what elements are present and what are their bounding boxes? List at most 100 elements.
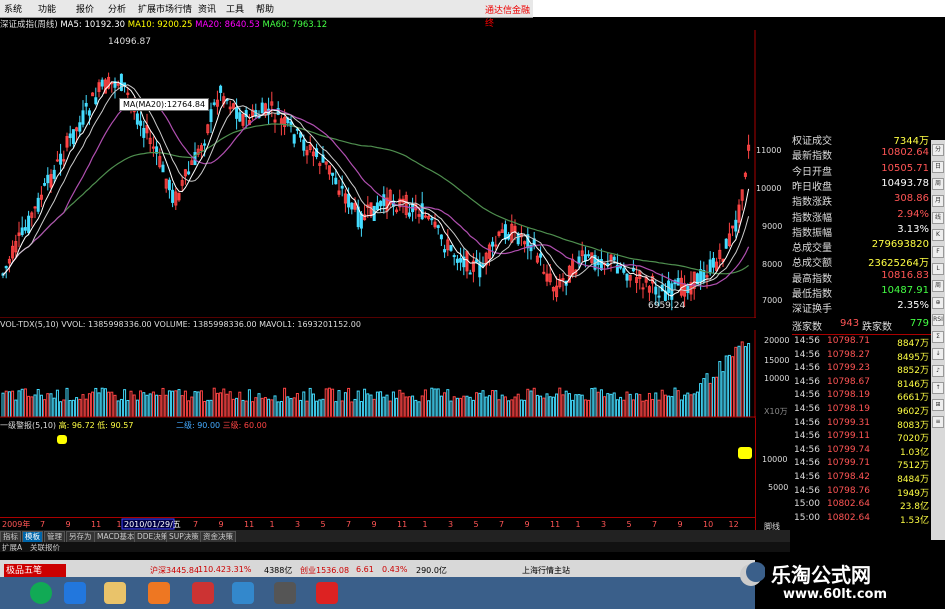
candle-body [33, 206, 37, 209]
candle-body [334, 177, 338, 185]
tick-volume: 8852万 [897, 366, 929, 377]
volume-bar [171, 390, 175, 418]
tdx-icon[interactable] [316, 582, 338, 604]
watermark: 乐淘公式网 www.60lt.com [740, 555, 945, 609]
toolbar-button[interactable]: ↓ [932, 348, 944, 360]
candle-body [676, 278, 680, 286]
alert-icon[interactable] [738, 447, 752, 459]
toolbar-button[interactable]: ⊞ [932, 399, 944, 411]
volume-bar [311, 393, 315, 418]
chart-title: 深证成指(周线) [0, 20, 58, 30]
candle-body [167, 179, 171, 191]
toolbar-button[interactable]: ↑ [932, 382, 944, 394]
ime-indicator[interactable]: 极品五笔 [4, 564, 66, 578]
volume-chart[interactable] [0, 330, 756, 418]
volume-bar [427, 400, 431, 418]
kline-chart[interactable]: 14096.87 6959.24 [0, 30, 756, 318]
alert-icon[interactable] [57, 435, 67, 444]
volume-bar [84, 398, 88, 418]
toolbar-button[interactable]: 月 [932, 195, 944, 207]
toolbar-button[interactable]: 周 [932, 280, 944, 292]
toolbar-button[interactable]: 日 [932, 161, 944, 173]
tab-related[interactable]: 关联报价 [30, 542, 60, 553]
volume-bar [567, 393, 571, 418]
ma-tooltip: MA(MA20):12764.84 [119, 98, 210, 111]
volume-bar [286, 396, 290, 418]
volume-bar [135, 399, 139, 418]
quote-label: 最新指数 [792, 151, 832, 163]
volume-bar [55, 389, 59, 418]
signal-title: 一级警报(5,10) [0, 421, 57, 430]
down-count-label: 跌家数 [862, 322, 892, 333]
watermark-url: www.60lt.com [783, 587, 888, 602]
sh-change: 110.42 [198, 565, 226, 574]
volume-bar [481, 390, 485, 418]
toolbar-button[interactable]: F [932, 246, 944, 258]
volume-bar [17, 390, 21, 418]
tick-time: 14:56 [794, 485, 820, 496]
candle-body [81, 110, 85, 125]
toolbar-button[interactable]: K [932, 229, 944, 241]
ie-icon[interactable] [64, 582, 86, 604]
folder-icon[interactable] [104, 582, 126, 604]
toolbar-button[interactable]: ⊕ [932, 297, 944, 309]
candle-body [23, 227, 27, 231]
toolbar-button[interactable]: 分 [932, 144, 944, 156]
tick-time: 14:56 [794, 376, 820, 387]
toolbar-button[interactable]: ≡ [932, 416, 944, 428]
menu-tools[interactable]: 工具 [226, 2, 244, 15]
start-icon[interactable] [30, 582, 52, 604]
volume-bar [670, 396, 674, 418]
tick-time: 14:56 [794, 431, 820, 442]
tick-volume: 6661万 [897, 393, 929, 404]
candle-body [407, 212, 411, 217]
volume-bar [1, 392, 5, 418]
menu-analysis[interactable]: 分析 [108, 2, 126, 15]
menu-news[interactable]: 资讯 [198, 2, 216, 15]
tick-time: 15:00 [794, 499, 820, 510]
tab-ext-a[interactable]: 扩展A [2, 542, 22, 553]
toolbar-button[interactable]: L [932, 263, 944, 275]
app-icon[interactable] [232, 582, 254, 604]
menu-quote[interactable]: 报价 [76, 2, 94, 15]
menu-ext-market[interactable]: 扩展市场行情 [138, 2, 192, 15]
volume-bar [577, 394, 581, 418]
ma10-value: MA10: 9200.25 [127, 20, 193, 30]
menu-function[interactable]: 功能 [38, 2, 56, 15]
volume-bar [564, 390, 568, 418]
candle-body [119, 73, 123, 91]
month-tick: 3 [448, 520, 453, 529]
candle-body [494, 244, 498, 247]
volume-bar [718, 361, 722, 418]
volume-bar [126, 399, 130, 418]
sh-pct: 3.31% [226, 565, 252, 574]
candle-body [235, 106, 239, 119]
toolbar-button[interactable]: Σ [932, 331, 944, 343]
quote-value: 308.86 [894, 193, 929, 205]
volume-bar [689, 394, 693, 418]
quote-label: 指数振幅 [792, 227, 832, 239]
tick-time: 15:00 [794, 512, 820, 523]
media-icon[interactable] [148, 582, 170, 604]
toolbar-button[interactable]: ♪ [932, 365, 944, 377]
quote-row: 指数振幅 3.13% [792, 224, 931, 239]
sh-vol: 4388亿 [264, 566, 293, 575]
volume-bar [382, 396, 386, 418]
app-icon[interactable] [274, 582, 296, 604]
tick-time: 14:56 [794, 444, 820, 455]
candle-body [4, 265, 8, 269]
price-tick: 11000 [756, 146, 782, 155]
volume-bar [347, 387, 351, 418]
toolbar-button[interactable]: RSI [932, 314, 944, 326]
app-icon[interactable] [192, 582, 214, 604]
volume-bar [142, 392, 146, 418]
volume-bar [379, 391, 383, 418]
volume-bar [740, 341, 744, 418]
ma60-value: MA60: 7963.12 [262, 20, 328, 30]
menu-help[interactable]: 帮助 [256, 2, 274, 15]
toolbar-button[interactable]: 周 [932, 178, 944, 190]
toolbar-button[interactable]: 线 [932, 212, 944, 224]
volume-bar [724, 355, 728, 418]
quote-row: 昨日收盘 10493.78 [792, 178, 931, 193]
menu-system[interactable]: 系统 [4, 2, 22, 15]
